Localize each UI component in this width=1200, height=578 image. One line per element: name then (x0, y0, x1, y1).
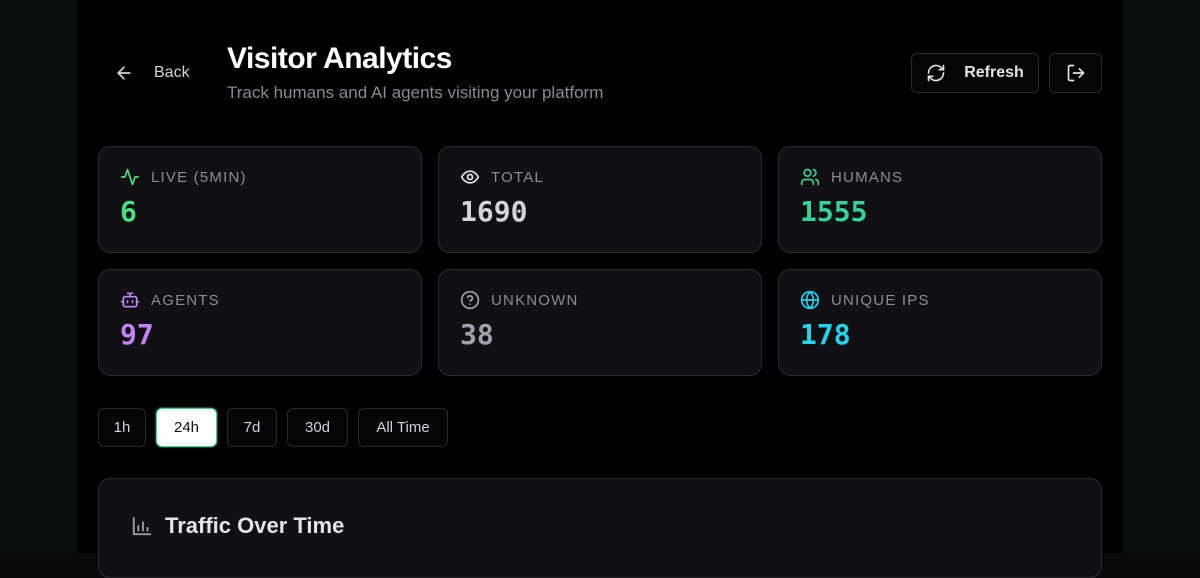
range-all-time-button[interactable]: All Time (358, 408, 448, 447)
stat-card-unique-ips: UNIQUE IPS 178 (778, 269, 1102, 376)
stat-card-live: LIVE (5MIN) 6 (98, 146, 422, 253)
traffic-panel: Traffic Over Time (98, 478, 1102, 578)
stat-label: TOTAL (491, 168, 544, 186)
analytics-page: Back Visitor Analytics Track humans and … (78, 0, 1122, 578)
stat-value: 97 (120, 318, 154, 351)
stat-card-humans: HUMANS 1555 (778, 146, 1102, 253)
activity-icon (120, 168, 140, 186)
range-24h-button[interactable]: 24h (156, 408, 217, 447)
stat-label: LIVE (5MIN) (151, 168, 247, 186)
back-button[interactable]: Back (114, 62, 190, 84)
stat-label: AGENTS (151, 291, 220, 309)
bot-icon (120, 292, 140, 308)
left-gutter (0, 0, 78, 553)
stat-card-unknown: UNKNOWN 38 (438, 269, 762, 376)
right-gutter (1122, 0, 1200, 553)
stat-value: 6 (120, 195, 137, 228)
page-title: Visitor Analytics (227, 42, 452, 75)
stat-value: 38 (460, 318, 494, 351)
stat-label: UNKNOWN (491, 291, 579, 309)
bar-chart-icon (132, 516, 152, 536)
stat-card-total: TOTAL 1690 (438, 146, 762, 253)
logout-button[interactable] (1049, 53, 1102, 93)
range-30d-button[interactable]: 30d (287, 408, 348, 447)
arrow-left-icon (117, 66, 131, 80)
stat-label: HUMANS (831, 168, 904, 186)
stat-value: 1555 (800, 195, 868, 228)
stat-value: 1690 (460, 195, 528, 228)
users-icon (800, 168, 820, 186)
globe-icon (800, 290, 820, 310)
refresh-button[interactable]: Refresh (911, 53, 1039, 93)
page-subtitle: Track humans and AI agents visiting your… (227, 83, 604, 102)
range-7d-button[interactable]: 7d (227, 408, 277, 447)
log-out-icon (1067, 64, 1084, 82)
help-circle-icon (460, 290, 480, 310)
back-label: Back (154, 64, 190, 81)
stat-card-agents: AGENTS 97 (98, 269, 422, 376)
eye-icon (460, 170, 480, 184)
stat-value: 178 (800, 318, 851, 351)
refresh-label: Refresh (964, 64, 1024, 81)
stat-label: UNIQUE IPS (831, 291, 930, 309)
traffic-panel-title: Traffic Over Time (165, 513, 345, 538)
range-1h-button[interactable]: 1h (98, 408, 146, 447)
refresh-icon (927, 64, 945, 82)
